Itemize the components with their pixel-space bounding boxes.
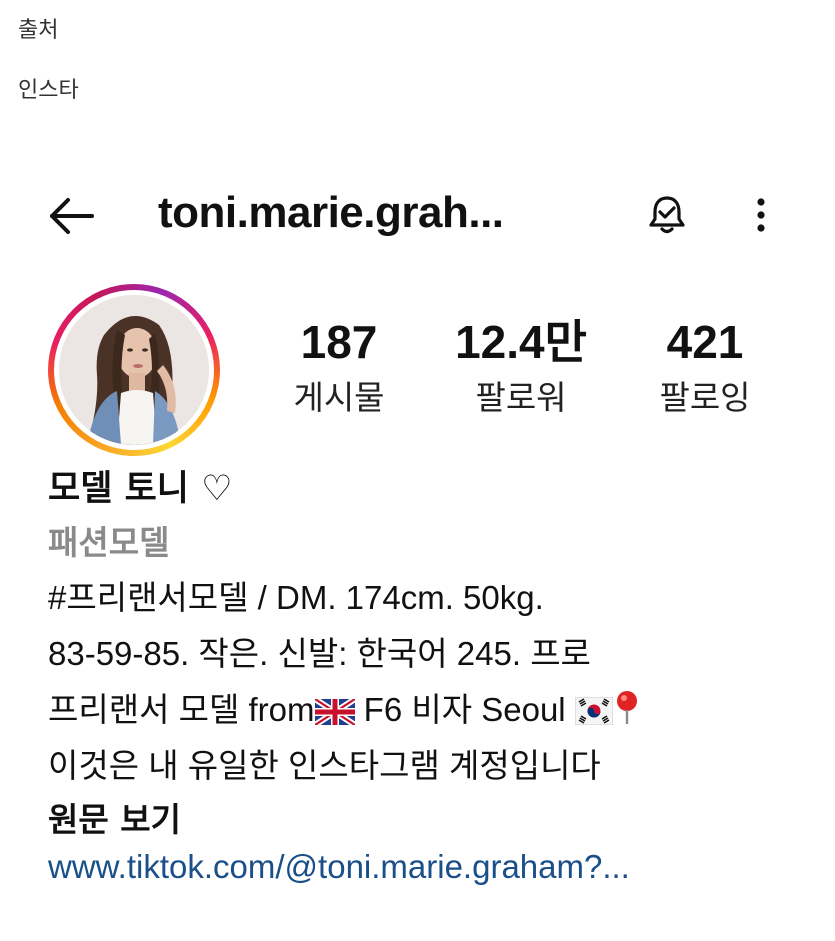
profile-category: 패션모델 xyxy=(48,523,170,562)
bell-check-icon xyxy=(649,196,685,234)
back-button[interactable] xyxy=(46,194,96,238)
more-vertical-icon xyxy=(757,198,765,232)
bio-line: 이것은 내 유일한 인스타그램 계정입니다 xyxy=(48,747,601,784)
followers-count: 12.4만 xyxy=(455,316,587,368)
bio-line: 프리랜서 모델 from F6 비자 Seoul xyxy=(48,683,641,733)
avatar xyxy=(59,295,209,445)
see-original-button[interactable]: 원문 보기 xyxy=(48,793,181,841)
followers-label: 팔로워 xyxy=(475,378,567,417)
more-options-button[interactable] xyxy=(744,192,778,238)
notifications-button[interactable] xyxy=(644,192,690,238)
bio-text: 프리랜서 모델 from xyxy=(48,691,315,728)
location-pin-icon xyxy=(613,689,641,733)
avatar-border xyxy=(54,290,214,450)
following-stat[interactable]: 421 팔로잉 xyxy=(610,312,800,424)
following-count: 421 xyxy=(666,316,744,368)
uk-flag-icon xyxy=(312,695,357,733)
profile-header: toni.marie.grah... xyxy=(0,186,835,246)
posts-stat[interactable]: 187 게시물 xyxy=(244,312,434,424)
profile-username: toni.marie.grah... xyxy=(158,188,504,237)
bio-text: F6 비자 Seoul xyxy=(354,691,575,728)
posts-count: 187 xyxy=(300,316,378,368)
korea-flag-icon xyxy=(574,695,614,733)
display-name: 모델 토니 ♡ xyxy=(48,469,233,509)
following-label: 팔로잉 xyxy=(659,378,751,417)
bio-line: 83-59-85. 작은. 신발: 한국어 245. 프로 xyxy=(48,635,591,672)
avatar-photo-image xyxy=(59,295,209,445)
website-link[interactable]: www.tiktok.com/@toni.marie.graham?... xyxy=(48,848,630,886)
avatar-story-ring[interactable] xyxy=(48,284,220,456)
posts-label: 게시물 xyxy=(293,378,385,417)
bio-line: #프리랜서모델 / DM. 174cm. 50kg. xyxy=(48,579,544,616)
back-arrow-icon xyxy=(50,198,94,234)
followers-stat[interactable]: 12.4만 팔로워 xyxy=(426,312,616,424)
source-label: 출처 xyxy=(18,18,59,43)
source-value: 인스타 xyxy=(18,78,79,103)
